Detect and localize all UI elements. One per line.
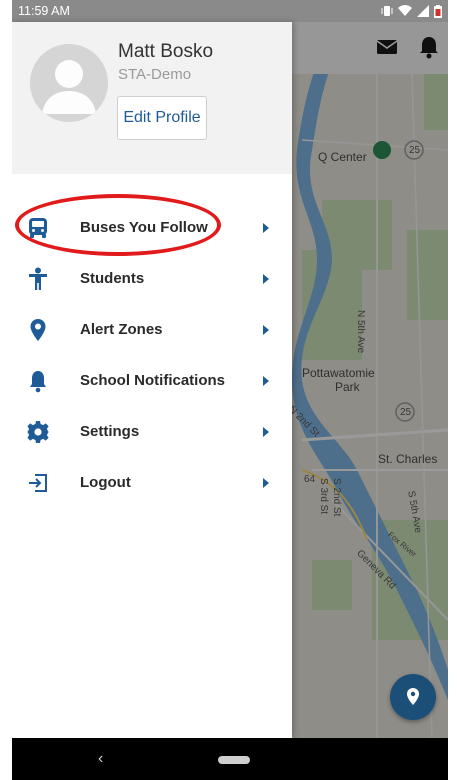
status-bar: 11:59 AM xyxy=(12,0,448,22)
back-button[interactable]: ‹ xyxy=(98,750,103,768)
chevron-right-icon xyxy=(263,223,269,233)
menu-item-alert-zones[interactable]: Alert Zones xyxy=(12,308,292,359)
chevron-right-icon xyxy=(263,325,269,335)
chevron-right-icon xyxy=(263,478,269,488)
chevron-right-icon xyxy=(263,376,269,386)
profile-header: Matt Bosko STA-Demo Edit Profile xyxy=(12,22,292,174)
menu-item-settings[interactable]: Settings xyxy=(12,410,292,461)
vibrate-icon xyxy=(381,6,393,16)
edit-profile-button[interactable]: Edit Profile xyxy=(117,96,207,140)
menu-item-logout[interactable]: Logout xyxy=(12,461,292,512)
logout-icon xyxy=(29,474,47,492)
user-name: Matt Bosko xyxy=(118,41,214,62)
student-icon xyxy=(29,267,47,290)
menu-item-students[interactable]: Students xyxy=(12,257,292,308)
device-screen: Q Center 25 N 5th Ave Pottawatomie Park … xyxy=(12,0,448,780)
avatar[interactable] xyxy=(30,44,108,122)
status-icons xyxy=(381,4,442,18)
battery-icon xyxy=(434,4,442,18)
menu-label: Alert Zones xyxy=(80,321,163,338)
location-fab-button[interactable] xyxy=(390,674,436,720)
home-button[interactable] xyxy=(218,756,250,764)
menu-label: Logout xyxy=(80,474,131,491)
signal-icon xyxy=(417,5,429,17)
menu-label: Settings xyxy=(80,423,140,440)
location-pin-icon xyxy=(407,688,419,705)
system-navigation-bar: ‹ xyxy=(12,738,448,780)
wifi-icon xyxy=(398,5,412,16)
menu-label: Students xyxy=(80,270,145,287)
gear-icon xyxy=(27,421,49,443)
status-time: 11:59 AM xyxy=(18,4,70,18)
highlight-annotation xyxy=(15,194,221,256)
chevron-right-icon xyxy=(263,427,269,437)
menu-item-school-notifications[interactable]: School Notifications xyxy=(12,359,292,410)
user-organization: STA-Demo xyxy=(118,66,192,83)
menu-label: School Notifications xyxy=(80,372,226,389)
bell-icon xyxy=(30,371,46,393)
location-pin-icon xyxy=(30,319,46,341)
navigation-drawer: Matt Bosko STA-Demo Edit Profile Buses Y… xyxy=(12,22,292,738)
chevron-right-icon xyxy=(263,274,269,284)
user-silhouette-icon xyxy=(42,60,96,114)
